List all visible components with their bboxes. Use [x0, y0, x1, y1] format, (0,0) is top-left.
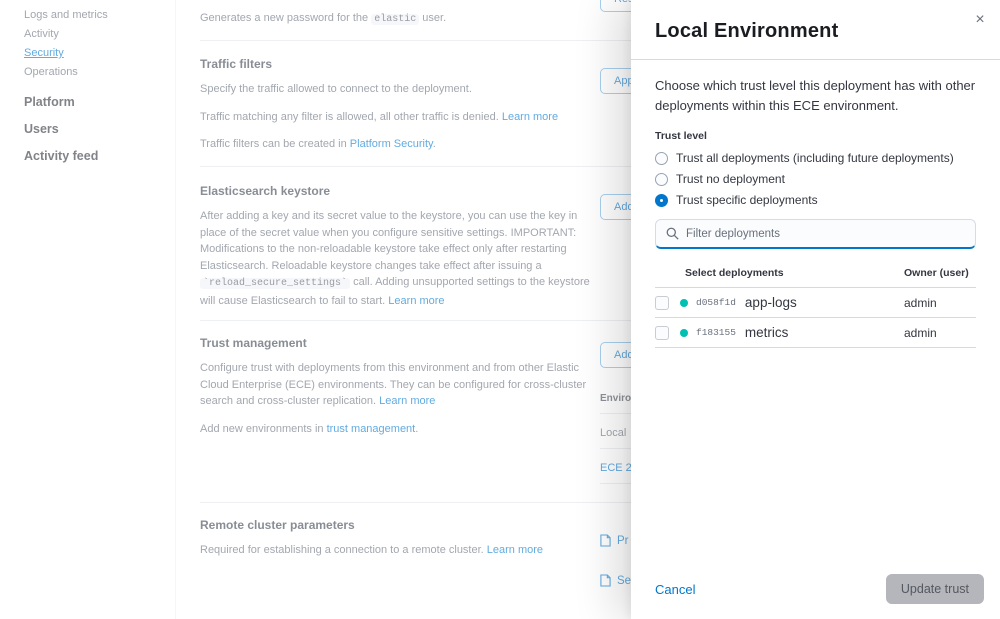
close-icon[interactable]: ×: [968, 8, 992, 32]
update-trust-button[interactable]: Update trust: [886, 574, 984, 604]
deployment-name: metrics: [745, 325, 904, 340]
deployments-table-header: Select deployments Owner (user): [655, 267, 976, 288]
radio-selected-icon: [655, 194, 668, 207]
trust-level-label: Trust level: [655, 130, 976, 142]
deployment-checkbox[interactable]: [655, 326, 669, 340]
local-environment-flyout: × Local Environment Choose which trust l…: [631, 0, 1000, 619]
search-icon: [666, 227, 679, 240]
deployment-owner: admin: [904, 296, 976, 310]
deployment-owner: admin: [904, 326, 976, 340]
radio-label: Trust all deployments (including future …: [676, 151, 954, 165]
trust-level-radio-group: Trust all deployments (including future …: [655, 151, 976, 207]
cancel-button[interactable]: Cancel: [655, 582, 695, 597]
flyout-footer: Cancel Update trust: [631, 567, 1000, 619]
radio-trust-specific-deployments[interactable]: Trust specific deployments: [655, 193, 976, 207]
radio-label: Trust no deployment: [676, 172, 785, 186]
owner-user-header: Owner (user): [904, 267, 976, 279]
deployment-row: d058f1d app-logs admin: [655, 288, 976, 318]
radio-label: Trust specific deployments: [676, 193, 818, 207]
radio-unselected-icon: [655, 152, 668, 165]
deployments-table: Select deployments Owner (user) d058f1d …: [655, 267, 976, 348]
health-dot-icon: [680, 329, 688, 337]
deployment-checkbox[interactable]: [655, 296, 669, 310]
flyout-intro-text: Choose which trust level this deployment…: [655, 76, 976, 116]
search-input[interactable]: [686, 228, 965, 240]
health-dot-icon: [680, 299, 688, 307]
flyout-title: Local Environment: [655, 20, 976, 43]
deployment-id: d058f1d: [696, 297, 736, 308]
filter-deployments-search[interactable]: [655, 219, 976, 249]
radio-trust-all-deployments[interactable]: Trust all deployments (including future …: [655, 151, 976, 165]
radio-trust-no-deployment[interactable]: Trust no deployment: [655, 172, 976, 186]
deployment-row: f183155 metrics admin: [655, 318, 976, 348]
radio-unselected-icon: [655, 173, 668, 186]
select-deployments-header: Select deployments: [655, 267, 904, 279]
flyout-body: Choose which trust level this deployment…: [631, 60, 1000, 348]
deployment-name: app-logs: [745, 295, 904, 310]
flyout-header: Local Environment: [631, 0, 1000, 60]
deployment-id: f183155: [696, 327, 736, 338]
